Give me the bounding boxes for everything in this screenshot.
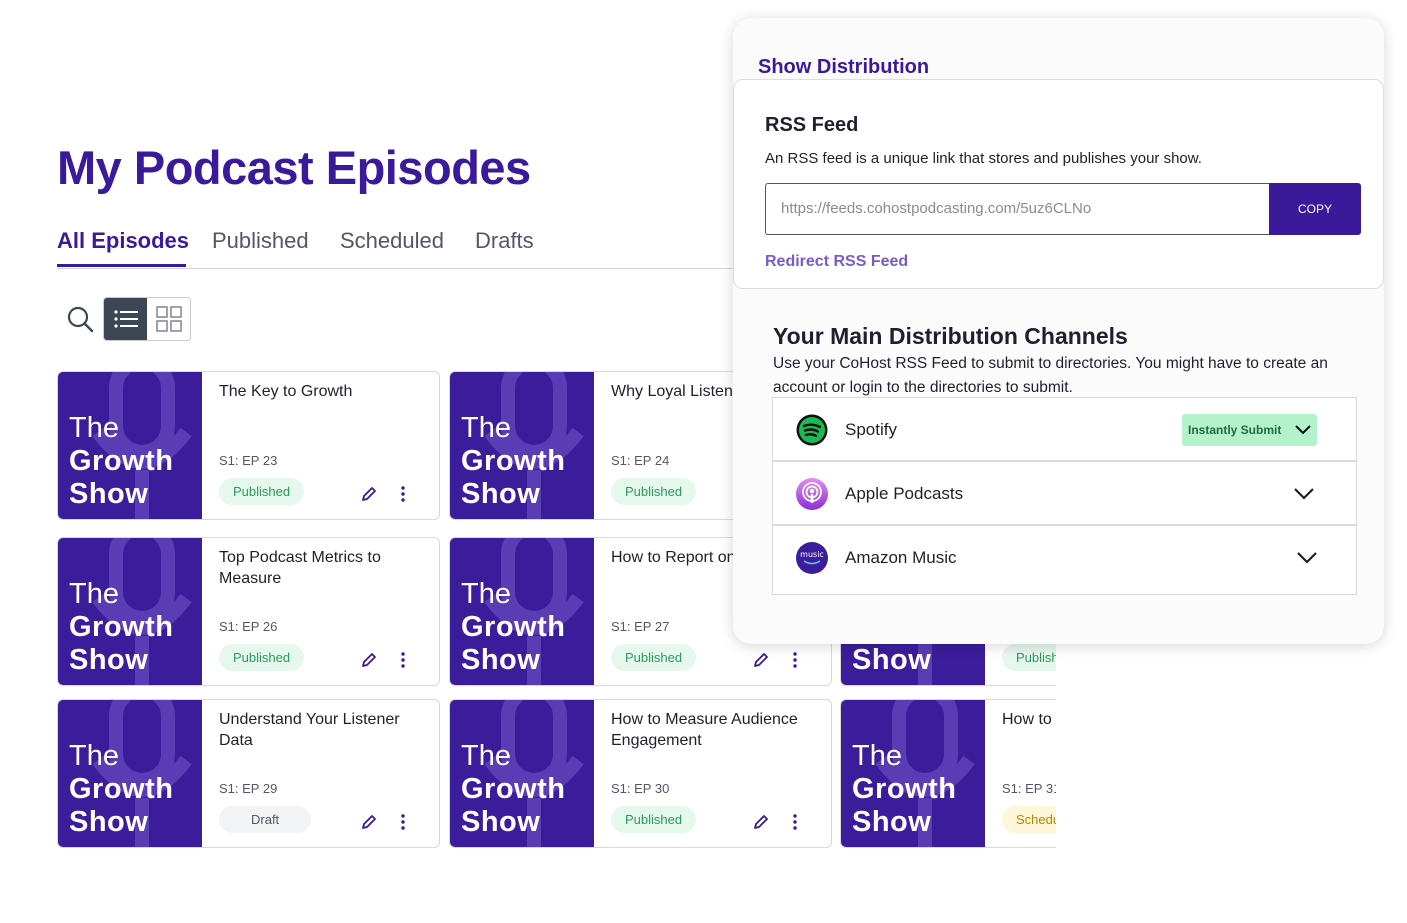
channel-name: Apple Podcasts <box>845 484 964 503</box>
channel-name: Spotify <box>845 420 897 439</box>
thumb-line-1: The <box>461 740 511 772</box>
panel-title: Show Distribution <box>758 56 930 78</box>
rss-title: RSS Feed <box>765 114 859 136</box>
more-icon[interactable] <box>399 813 407 831</box>
instantly-submit-button[interactable]: Instantly Submit <box>1182 414 1317 446</box>
channel-amazon-music[interactable]: music Amazon Music <box>772 525 1357 595</box>
more-icon[interactable] <box>791 813 799 831</box>
more-icon[interactable] <box>399 651 407 669</box>
episode-card[interactable]: The Growth Show Top Podcast Metrics to Mea… <box>57 537 440 686</box>
episode-title: How to Workflow <box>1002 711 1056 728</box>
pencil-icon[interactable] <box>752 651 770 669</box>
episode-number: S1: EP 31 <box>1002 781 1056 796</box>
copy-button[interactable]: COPY <box>1269 183 1361 235</box>
episode-card[interactable]: TheGrowthShow How to Workflow S1: EP 31 … <box>840 699 1056 848</box>
pencil-icon[interactable] <box>360 485 378 503</box>
episode-thumbnail: TheGrowthShow <box>58 538 202 685</box>
status-badge: Published <box>219 644 305 671</box>
thumb-line-2: Growth <box>461 611 566 643</box>
apple-podcasts-icon <box>796 478 828 510</box>
pencil-icon[interactable] <box>360 651 378 669</box>
pencil-icon[interactable] <box>752 813 770 831</box>
status-badge: Published <box>611 806 697 833</box>
more-icon[interactable] <box>791 651 799 669</box>
episode-thumbnail: TheGrowthShow <box>450 700 594 847</box>
more-icon[interactable] <box>399 485 407 503</box>
amazon-music-icon: music <box>796 542 828 574</box>
episode-thumbnail: TheGrowthShow <box>450 538 594 685</box>
chevron-down-icon[interactable] <box>1292 482 1316 506</box>
episode-number: S1: EP 30 <box>611 781 670 796</box>
status-badge: Scheduled <box>1002 806 1056 833</box>
thumb-line-3: Show <box>461 478 541 510</box>
rss-url-field[interactable]: https://feeds.cohostpodcasting.com/5uz6C… <box>765 183 1269 235</box>
episode-number: S1: EP 29 <box>219 781 278 796</box>
thumb-line-1: The <box>852 740 902 772</box>
thumb-line-1: The <box>461 412 511 444</box>
chevron-down-icon[interactable] <box>1295 546 1319 570</box>
episode-card[interactable]: The Growth Show How to Measure Audience En… <box>449 699 832 848</box>
thumb-line-2: Growth <box>69 445 174 477</box>
redirect-rss-link[interactable]: Redirect RSS Feed <box>765 253 908 271</box>
thumb-line-3: Show <box>852 806 932 838</box>
episode-title: Understand Your Listener Data <box>219 711 400 749</box>
rss-feed-section: RSS Feed An RSS feed is a unique link th… <box>733 79 1384 289</box>
episode-number: S1: EP 24 <box>611 453 670 468</box>
thumb-line-1: The <box>69 740 119 772</box>
episode-thumbnail: TheGrowthShow <box>58 700 202 847</box>
episode-title: How to Measure Audience Engagement <box>611 711 798 749</box>
thumb-line-3: Show <box>69 478 149 510</box>
status-badge: Published <box>219 478 305 505</box>
episode-thumbnail: TheGrowthShow <box>450 372 594 519</box>
spotify-icon <box>796 414 828 446</box>
channels-description: Use your CoHost RSS Feed to submit to di… <box>773 355 1328 396</box>
show-distribution-panel: Show Distribution RSS Feed An RSS feed i… <box>733 18 1384 644</box>
thumb-line-1: The <box>69 412 119 444</box>
thumb-line-1: The <box>461 578 511 610</box>
thumb-line-3: Show <box>69 644 149 676</box>
episode-thumbnail: TheGrowthShow <box>58 372 202 519</box>
status-badge: Published <box>1002 644 1056 671</box>
status-badge: Published <box>611 644 697 671</box>
status-badge: Published <box>611 478 697 505</box>
episode-thumbnail: TheGrowthShow <box>841 700 985 847</box>
thumb-line-2: Growth <box>69 773 174 805</box>
thumb-line-3: Show <box>69 806 149 838</box>
thumb-line-2: Growth <box>461 773 566 805</box>
channels-title: Your Main Distribution Channels <box>773 323 1128 349</box>
status-badge: Draft <box>219 806 312 833</box>
thumb-line-3: Show <box>461 644 541 676</box>
episode-card[interactable]: The Growth Show The Key to Growth S1: EP 2… <box>57 371 440 520</box>
thumb-line-2: Growth <box>852 773 957 805</box>
episode-title: The Key to Growth <box>219 383 353 400</box>
thumb-line-3: Show <box>461 806 541 838</box>
channel-spotify[interactable]: Spotify Instantly Submit <box>772 397 1357 461</box>
channel-name: Amazon Music <box>845 548 957 567</box>
episode-number: S1: EP 26 <box>219 619 278 634</box>
thumb-line-2: Growth <box>461 445 566 477</box>
episode-title: Top Podcast Metrics to Measure <box>219 549 381 587</box>
thumb-line-1: The <box>69 578 119 610</box>
pencil-icon[interactable] <box>360 813 378 831</box>
channel-apple-podcasts[interactable]: Apple Podcasts <box>772 461 1357 525</box>
chevron-down-icon <box>1295 425 1311 435</box>
episode-number: S1: EP 23 <box>219 453 278 468</box>
thumb-line-3: Show <box>852 644 932 676</box>
episode-card[interactable]: The Growth Show Understand Your Listener D… <box>57 699 440 848</box>
instantly-submit-label: Instantly Submit <box>1188 423 1282 437</box>
thumb-line-2: Growth <box>69 611 174 643</box>
episode-number: S1: EP 27 <box>611 619 670 634</box>
rss-description: An RSS feed is a unique link that stores… <box>765 150 1202 167</box>
amazon-music-icon-label: music <box>800 550 824 559</box>
